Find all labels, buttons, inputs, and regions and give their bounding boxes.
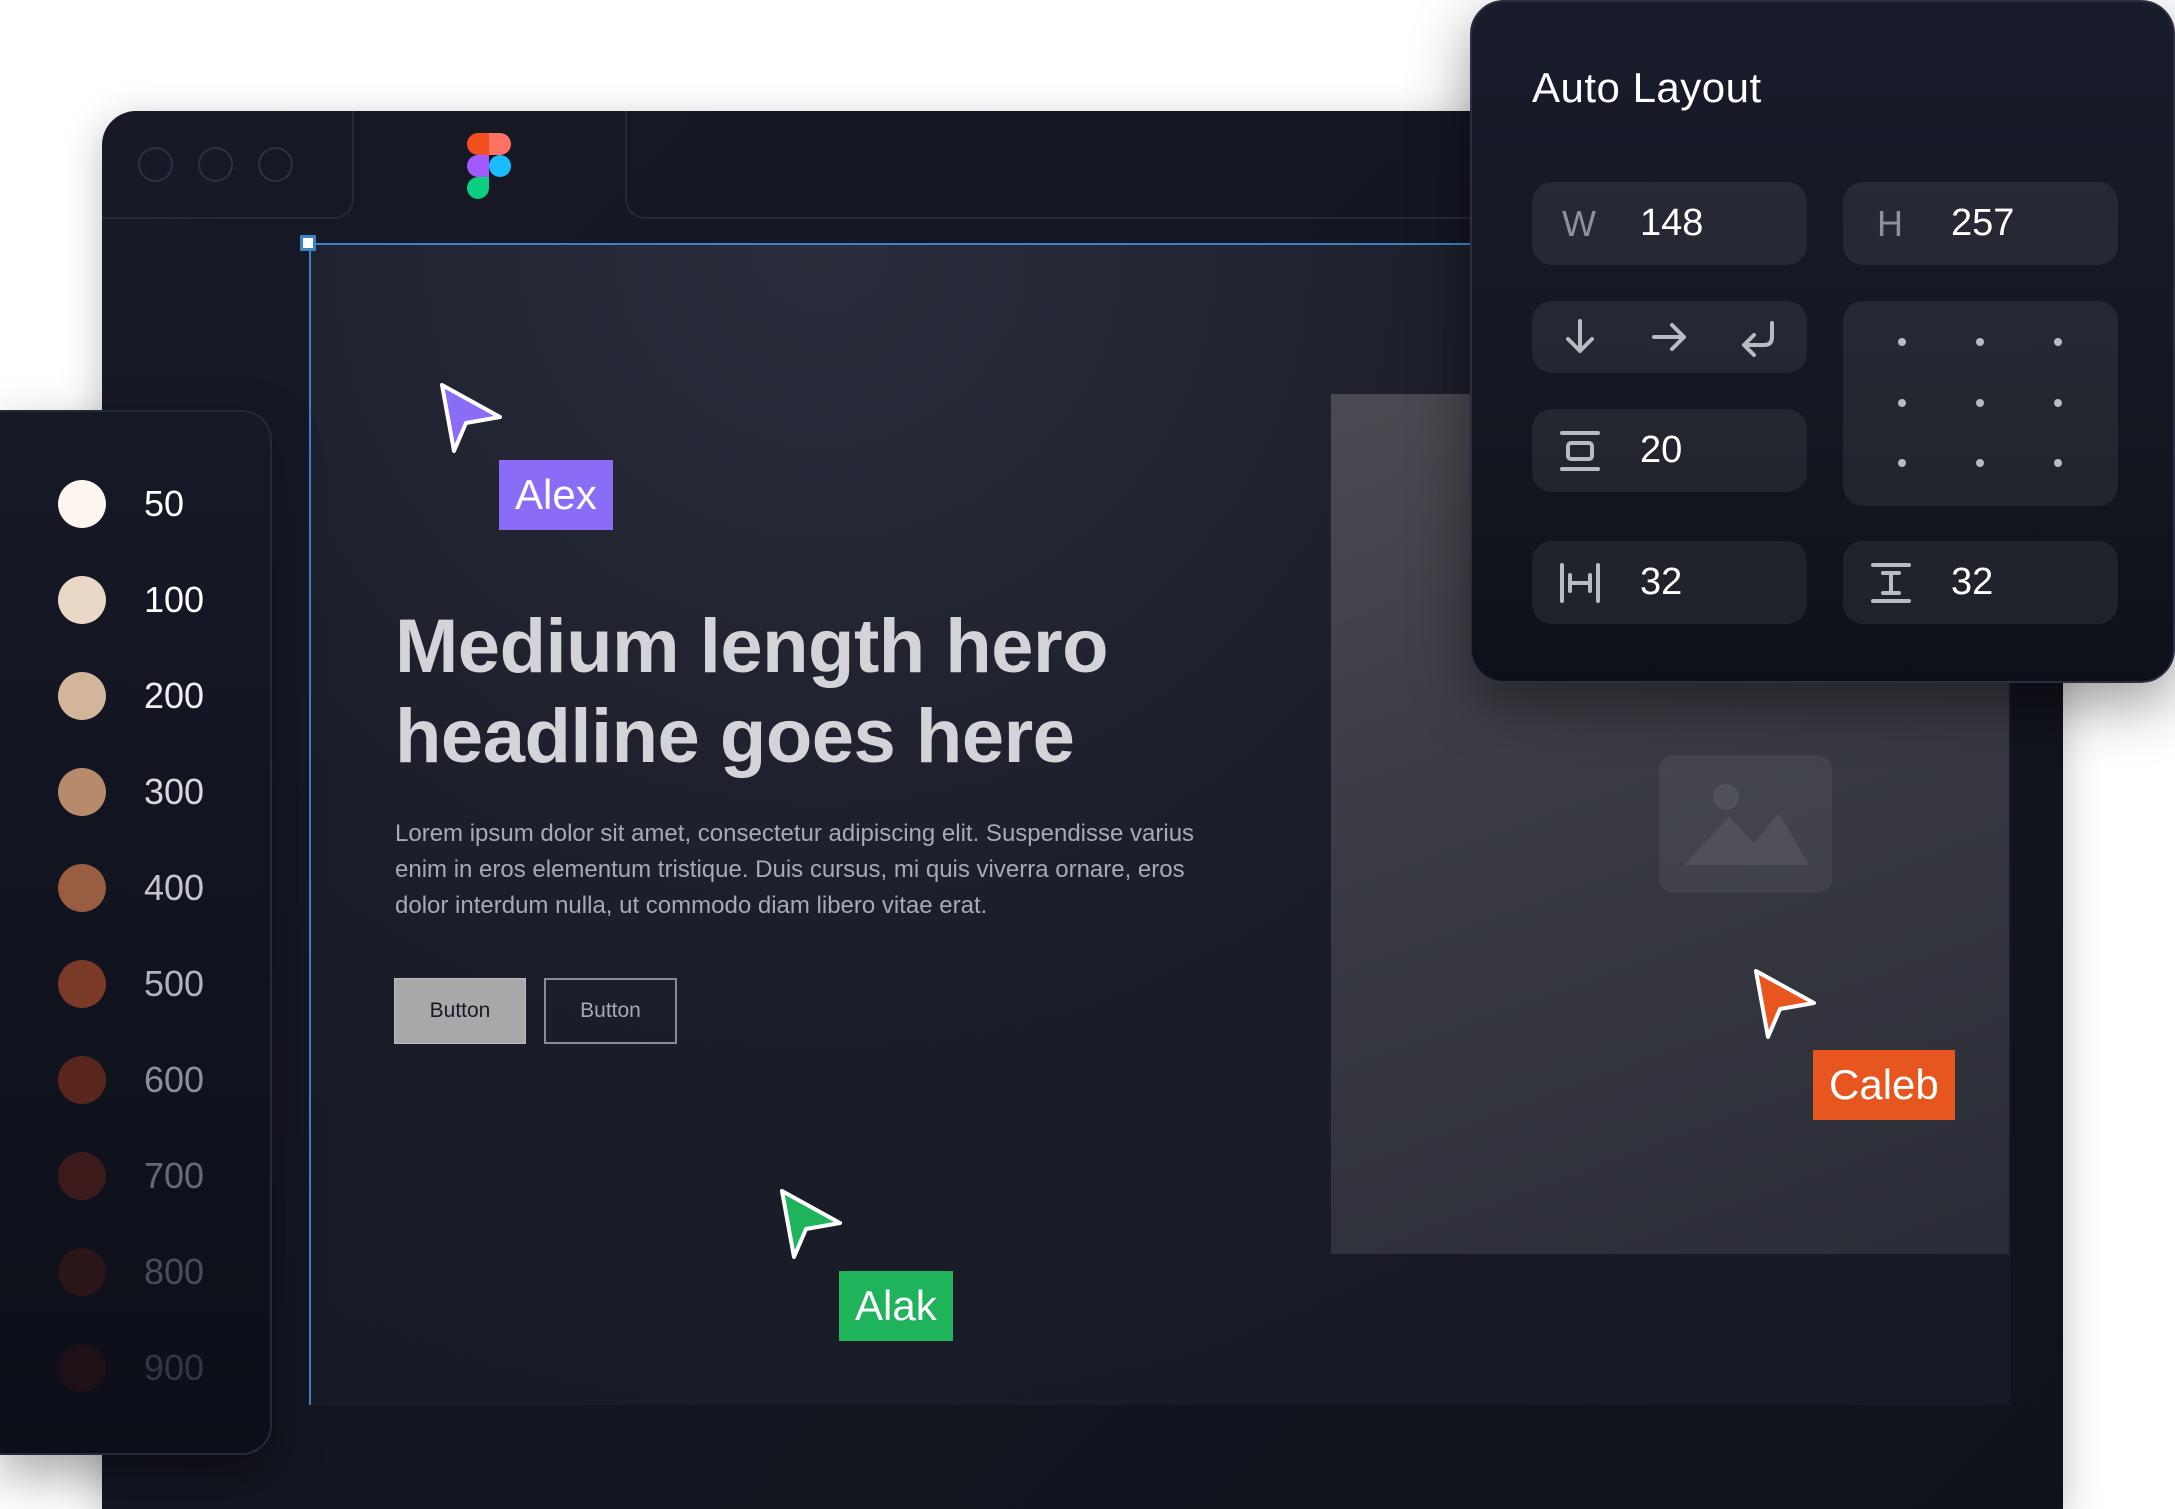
spacing-value: 20 [1640,429,1683,471]
color-swatch[interactable] [58,1152,106,1200]
color-swatch[interactable] [58,672,106,720]
width-field[interactable]: W 148 [1532,182,1807,265]
auto-layout-panel: Auto Layout W 148 H 257 20 32 32 [1470,0,2175,683]
color-swatch[interactable] [58,864,106,912]
window-controls [102,111,354,219]
width-value: 148 [1640,202,1704,244]
color-swatch[interactable] [58,1056,106,1104]
minimize-window-button[interactable] [198,147,233,182]
maximize-window-button[interactable] [258,147,293,182]
color-swatch[interactable] [58,960,106,1008]
swatch-label: 800 [144,1251,205,1292]
height-field[interactable]: H 257 [1843,182,2118,265]
align-top-right[interactable] [2054,338,2062,346]
horizontal-padding-field[interactable]: 32 [1532,541,1807,624]
arrow-down-icon[interactable] [1560,315,1600,359]
hero-headline: Medium length hero headline goes here [395,604,1109,779]
cursor-label-alak: Alak [839,1271,953,1341]
color-swatch[interactable] [58,576,106,624]
swatch-label: 600 [144,1059,205,1100]
swatch-label: 900 [144,1347,205,1388]
caleb-cursor-icon [1754,969,1816,1039]
swatch-row-400[interactable]: 400 [0,840,272,936]
align-bottom-left[interactable] [1898,459,1906,467]
align-bottom-center[interactable] [1976,459,1984,467]
width-key: W [1562,203,1596,244]
height-value: 257 [1951,202,2015,244]
swatch-label: 100 [144,579,205,620]
swatch-row-800[interactable]: 800 [0,1224,272,1320]
vertical-padding-icon [1871,563,1911,603]
horizontal-padding-value: 32 [1640,561,1683,603]
swatch-label: 200 [144,675,205,716]
color-swatch[interactable] [58,768,106,816]
color-swatch[interactable] [58,480,106,528]
alignment-grid[interactable] [1843,301,2118,506]
arrow-right-icon[interactable] [1648,315,1692,359]
swatch-label: 500 [144,963,205,1004]
swatch-row-600[interactable]: 600 [0,1032,272,1128]
swatch-label: 700 [144,1155,205,1196]
swatch-row-500[interactable]: 500 [0,936,272,1032]
alex-cursor-icon [440,383,502,453]
panel-title: Auto Layout [1532,64,1762,111]
image-icon [1659,755,1832,893]
close-window-button[interactable] [138,147,173,182]
swatch-row-700[interactable]: 700 [0,1128,272,1224]
align-top-center[interactable] [1976,338,1984,346]
align-bottom-right[interactable] [2054,459,2062,467]
resize-handle[interactable] [300,235,316,251]
align-top-left[interactable] [1898,338,1906,346]
color-swatch[interactable] [58,1344,106,1392]
spacing-field[interactable]: 20 [1532,409,1807,492]
figma-logo-icon [467,133,511,199]
vertical-padding-value: 32 [1951,561,1994,603]
secondary-button[interactable]: Button [544,978,677,1044]
alak-cursor-icon [780,1189,842,1259]
horizontal-padding-icon [1560,563,1600,603]
swatch-row-50[interactable]: 50 [0,456,272,552]
vertical-padding-field[interactable]: 32 [1843,541,2118,624]
color-swatch[interactable] [58,1248,106,1296]
align-middle-right[interactable] [2054,399,2062,407]
swatch-row-900[interactable]: 900 [0,1320,272,1416]
swatch-label: 400 [144,867,205,908]
direction-selector [1532,301,1807,373]
primary-button[interactable]: Button [394,978,526,1044]
swatch-label: 50 [144,483,185,524]
color-palette-panel: 50 100 200 300 400 500 600 700 800 900 [0,410,272,1455]
cursor-label-caleb: Caleb [1813,1050,1955,1120]
swatch-row-300[interactable]: 300 [0,744,272,840]
swatch-row-200[interactable]: 200 [0,648,272,744]
swatch-row-100[interactable]: 100 [0,552,272,648]
align-middle-left[interactable] [1898,399,1906,407]
spacing-between-icon [1560,431,1600,471]
hero-body-text: Lorem ipsum dolor sit amet, consectetur … [395,820,1195,919]
height-key: H [1877,203,1903,244]
wrap-icon[interactable] [1736,315,1780,359]
swatch-label: 300 [144,771,205,812]
align-middle-center[interactable] [1976,399,1984,407]
cursor-label-alex: Alex [499,460,613,530]
